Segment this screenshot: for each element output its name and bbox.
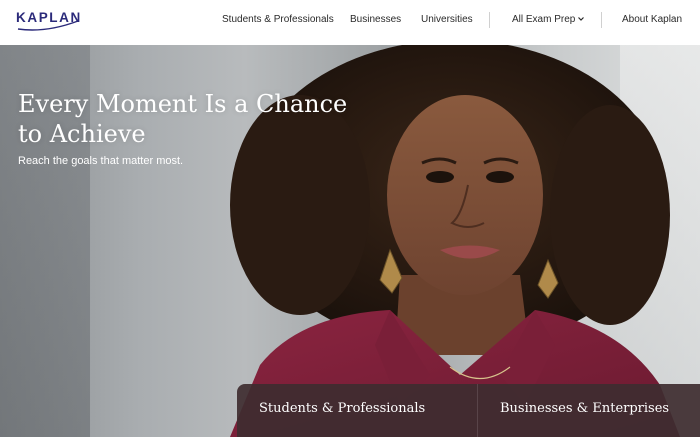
chevron-down-icon[interactable] bbox=[577, 15, 585, 23]
nav-all-exam-prep[interactable]: All Exam Prep bbox=[512, 14, 575, 25]
hero-banner: Every Moment Is a Chance to Achieve Reac… bbox=[0, 45, 700, 437]
nav-divider bbox=[489, 12, 490, 28]
hero-subtitle: Reach the goals that matter most. bbox=[18, 155, 184, 167]
nav-about-kaplan[interactable]: About Kaplan bbox=[622, 14, 682, 25]
nav-businesses[interactable]: Businesses bbox=[350, 14, 401, 25]
audience-tab-panel: Students & Professionals Businesses & En… bbox=[237, 384, 700, 437]
nav-divider bbox=[601, 12, 602, 28]
site-header: KAPLAN Students & Professionals Business… bbox=[0, 0, 700, 45]
nav-universities[interactable]: Universities bbox=[421, 14, 473, 25]
nav-students-professionals[interactable]: Students & Professionals bbox=[222, 14, 334, 25]
tab-divider bbox=[477, 384, 478, 437]
main-nav: Students & Professionals Businesses Univ… bbox=[0, 0, 700, 45]
tab-businesses-enterprises[interactable]: Businesses & Enterprises bbox=[500, 401, 669, 416]
tab-students-professionals[interactable]: Students & Professionals bbox=[259, 401, 425, 416]
hero-title: Every Moment Is a Chance to Achieve bbox=[18, 90, 348, 148]
